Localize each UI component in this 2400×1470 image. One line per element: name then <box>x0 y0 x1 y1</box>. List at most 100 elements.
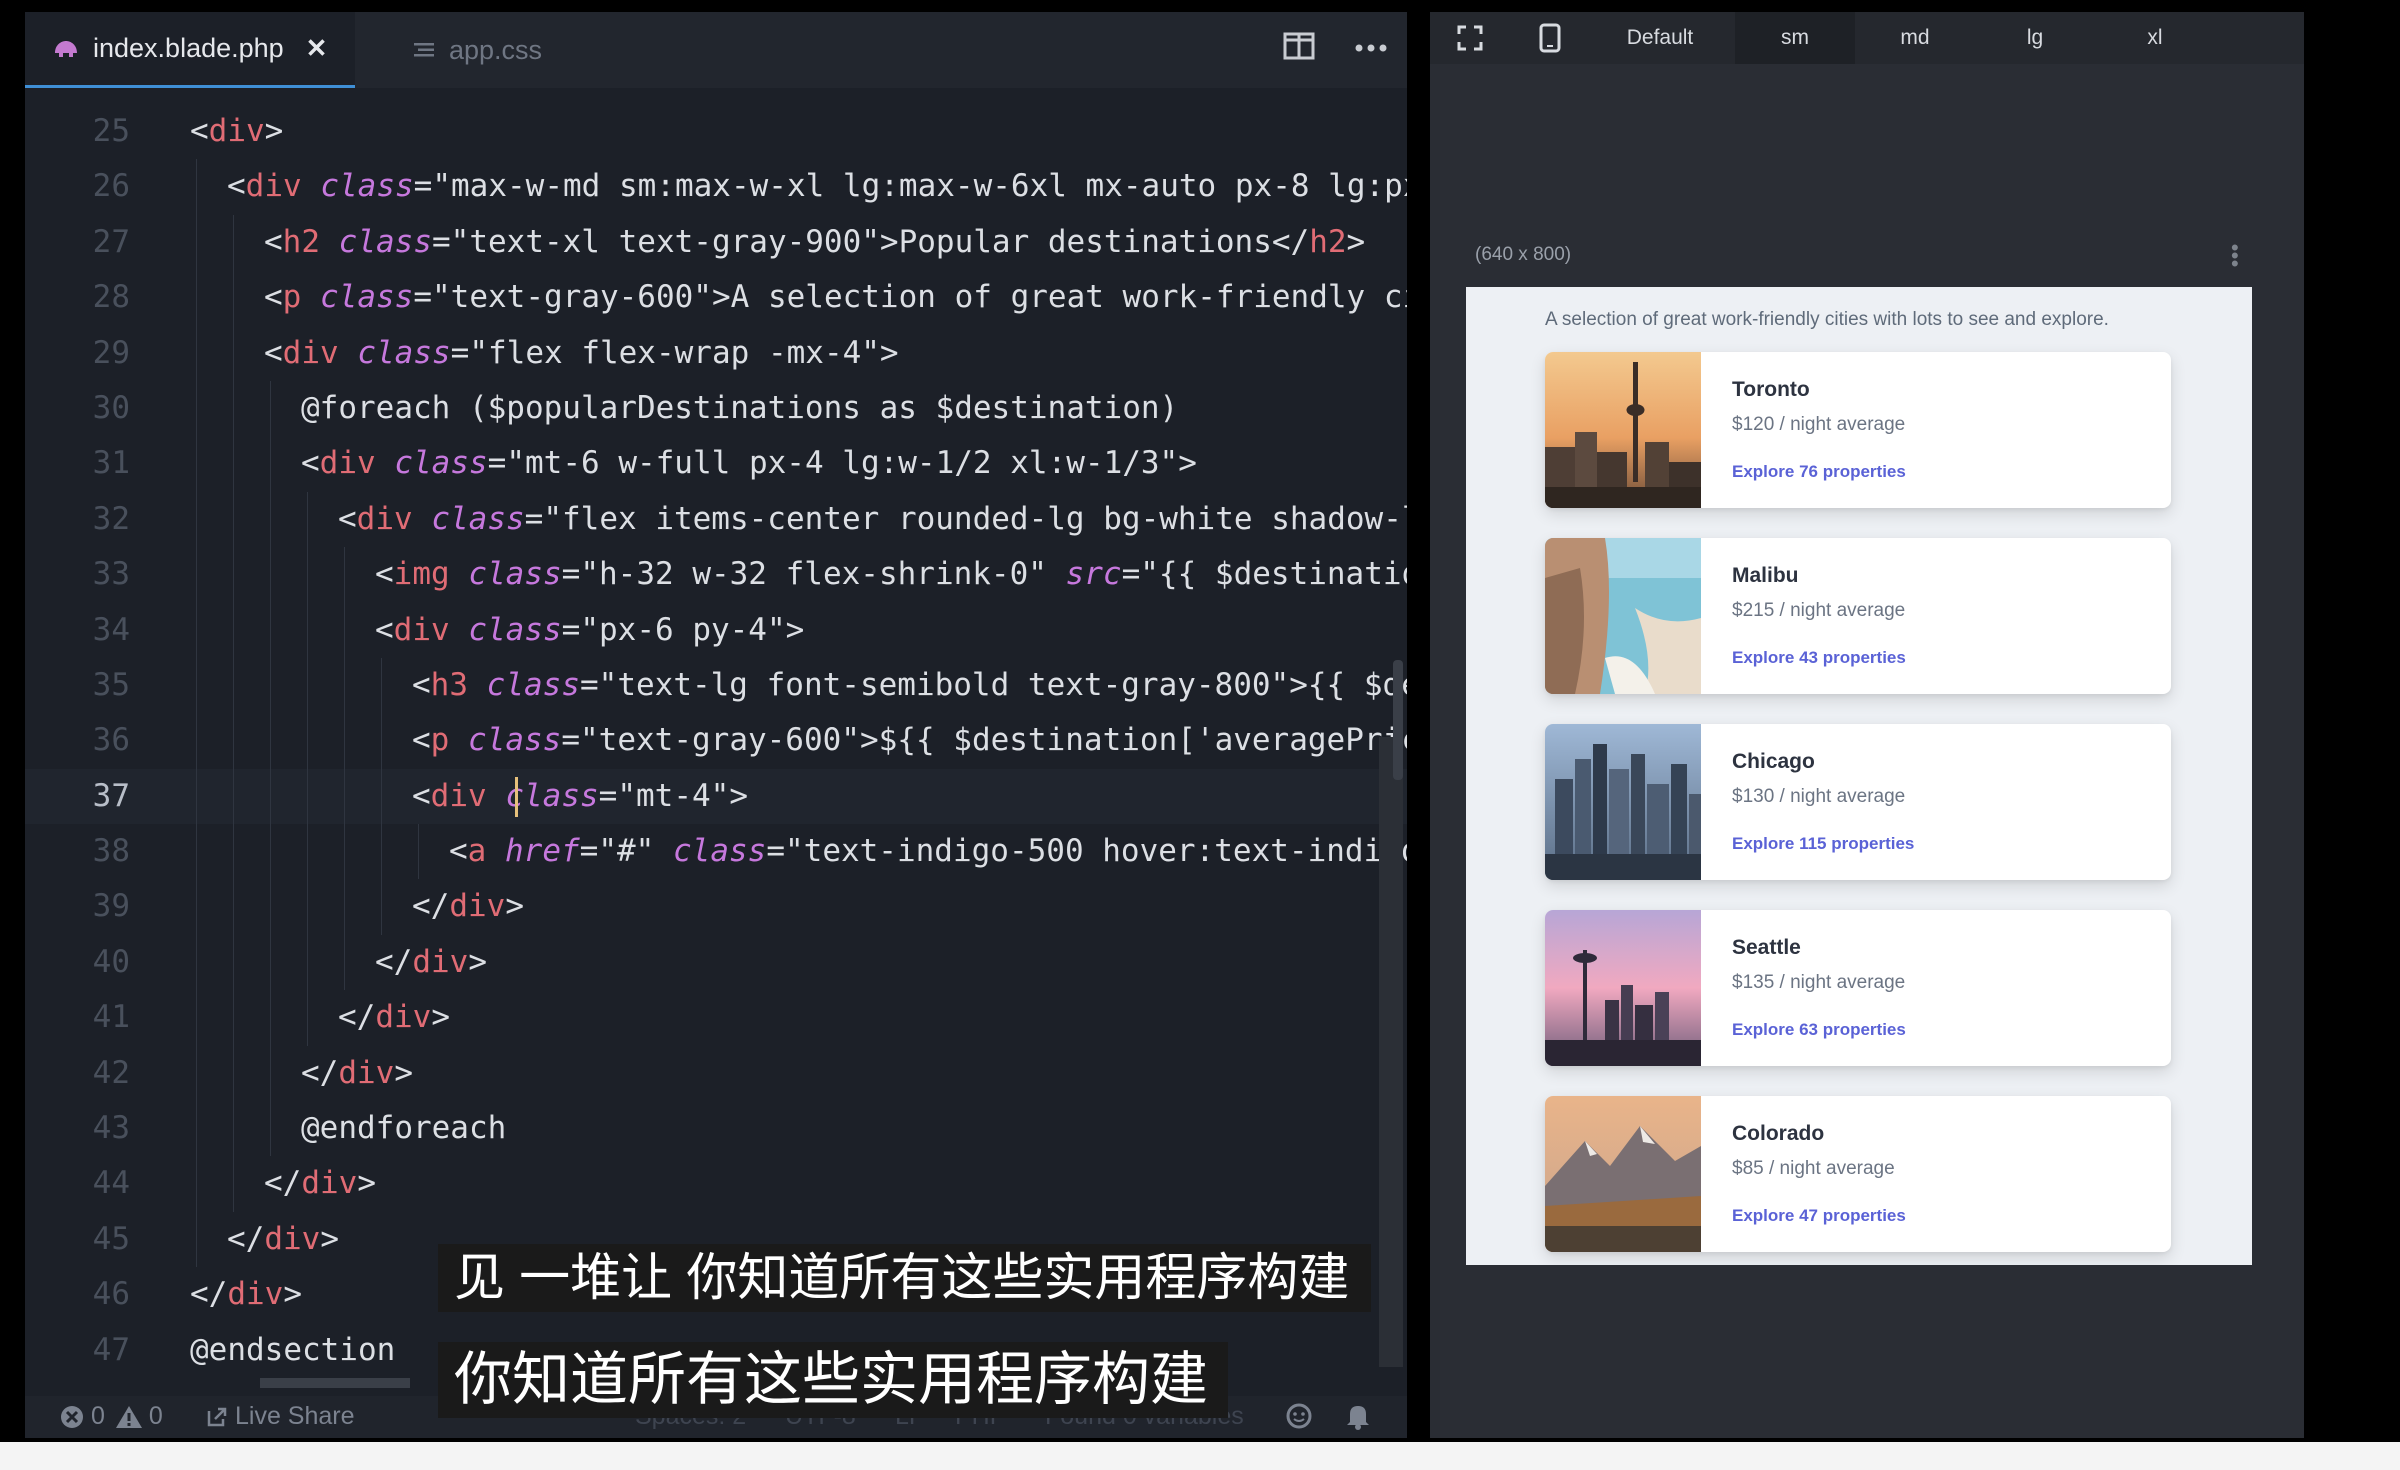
code-text: <div> <box>190 104 283 159</box>
minimap-scroll-thumb[interactable] <box>1393 660 1403 780</box>
line-number: 30 <box>92 389 130 426</box>
explore-link[interactable]: Explore 43 properties <box>1732 648 1906 668</box>
code-line[interactable]: 43 @endforeach <box>25 1101 1407 1157</box>
destination-name: Seattle <box>1732 936 1801 959</box>
code-line[interactable]: 31 <div class="mt-6 w-full px-4 lg:w-1/2 … <box>25 436 1407 492</box>
code-line[interactable]: 37 <div class="mt-4"> <box>25 768 1407 825</box>
code-text: <div class="px-6 py-4"> <box>375 603 804 658</box>
indent-guide <box>270 879 271 935</box>
code-token: ="{{ $destination[ <box>1121 556 1407 593</box>
code-token: > <box>431 999 450 1036</box>
indent-guide <box>381 824 382 880</box>
more-icon[interactable] <box>1355 40 1387 58</box>
code-line[interactable]: 36 <p class="text-gray-600">${{ $destinat… <box>25 713 1407 769</box>
indent-guide <box>196 547 197 603</box>
code-line[interactable]: 42 </div> <box>25 1045 1407 1102</box>
tab-app-css[interactable]: app.css <box>383 12 623 88</box>
line-number: 42 <box>92 1054 130 1091</box>
vertical-scrollbar[interactable] <box>1379 737 1403 1367</box>
explore-link[interactable]: Explore 47 properties <box>1732 1206 1906 1226</box>
indent-guide <box>196 325 197 381</box>
line-number: 35 <box>92 666 130 703</box>
breakpoint-xl[interactable]: xl <box>2095 12 2215 64</box>
indent-guide <box>344 879 345 935</box>
code-line[interactable]: 32 <div class="flex items-center rounded-… <box>25 491 1407 548</box>
code-token: < <box>375 556 394 593</box>
code-token: </ <box>301 1054 339 1091</box>
code-line[interactable]: 40 </div> <box>25 934 1407 991</box>
code-token: img <box>393 556 450 593</box>
close-icon[interactable]: ✕ <box>306 33 328 64</box>
code-token: ="text-gray-600">${{ $destination['avera… <box>561 722 1407 759</box>
code-token: class <box>320 279 414 316</box>
breakpoint-default[interactable]: Default <box>1600 12 1720 64</box>
line-number: 33 <box>92 556 130 593</box>
card-body: Toronto $120 / night average Explore 76 … <box>1732 378 1906 482</box>
code-line[interactable]: 41 </div> <box>25 990 1407 1046</box>
code-line[interactable]: 27 <h2 class="text-xl text-gray-900">Popu… <box>25 214 1407 271</box>
tab-index-blade[interactable]: index.blade.php ✕ <box>25 12 355 88</box>
code-line[interactable]: 38 <a href="#" class="text-indigo-500 hov… <box>25 824 1407 880</box>
code-text: <p class="text-gray-600">A selection of … <box>264 270 1407 325</box>
line-number: 26 <box>92 168 130 205</box>
code-token: a <box>467 833 487 870</box>
code-line[interactable]: 25 <div> <box>25 104 1407 159</box>
split-editor-icon[interactable] <box>1283 32 1315 65</box>
indent-guide <box>270 436 271 492</box>
code-text: @endsection <box>190 1323 395 1378</box>
code-line[interactable]: 44 </div> <box>25 1156 1407 1212</box>
explore-link[interactable]: Explore 115 properties <box>1732 834 1914 854</box>
line-number: 41 <box>92 999 130 1036</box>
viewport-menu-icon[interactable]: • • • <box>2231 237 2239 275</box>
mobile-device-icon[interactable] <box>1510 12 1590 64</box>
code-token: div <box>412 943 469 980</box>
indent-guide <box>233 934 234 991</box>
breakpoint-md[interactable]: md <box>1855 12 1975 64</box>
code-token: < <box>338 500 357 537</box>
code-token: class <box>505 777 599 814</box>
indent-guide <box>233 436 234 492</box>
code-line[interactable]: 28 <p class="text-gray-600">A selection o… <box>25 270 1407 326</box>
horizontal-scrollbar[interactable] <box>260 1378 410 1388</box>
breakpoint-sm[interactable]: sm <box>1735 12 1855 64</box>
line-number: 47 <box>92 1331 130 1368</box>
feedback-icon[interactable] <box>1285 1402 1313 1430</box>
code-line[interactable]: 39 </div> <box>25 879 1407 935</box>
indent-guide <box>270 657 271 714</box>
explore-link[interactable]: Explore 76 properties <box>1732 462 1906 482</box>
indent-guide <box>307 824 308 880</box>
code-line[interactable]: 34 <div class="px-6 py-4"> <box>25 602 1407 658</box>
indent-guide <box>344 824 345 880</box>
indent-guide <box>233 768 234 825</box>
code-token: p <box>282 279 302 316</box>
code-token: ="mt-6 w-full px-4 lg:w-1/2 xl:w-1/3"> <box>487 445 1197 482</box>
code-token: div <box>393 611 450 648</box>
live-share-button[interactable]: Live Share <box>205 1402 355 1431</box>
line-number: 39 <box>92 888 130 925</box>
explore-link[interactable]: Explore 63 properties <box>1732 1020 1906 1040</box>
bell-icon[interactable] <box>1345 1402 1371 1430</box>
code-area[interactable]: 25 <div> 26 <div class="max-w-md sm:max-w-x… <box>25 104 1407 1378</box>
indent-guide <box>196 768 197 825</box>
destination-name: Chicago <box>1732 750 1815 773</box>
code-line[interactable]: 35 <h3 class="text-lg font-semibold text-… <box>25 657 1407 714</box>
code-line[interactable]: 30 @foreach ($popularDestinations as $des… <box>25 380 1407 437</box>
code-line[interactable]: 33 <img class="h-32 w-32 flex-shrink-0" s… <box>25 547 1407 603</box>
problems-indicator[interactable]: 0 0 <box>59 1402 163 1431</box>
preview-viewport[interactable]: A selection of great work-friendly citie… <box>1466 287 2252 1265</box>
code-token: div <box>301 1165 358 1202</box>
indent-guide <box>307 934 308 991</box>
fullscreen-icon[interactable] <box>1430 12 1510 64</box>
breakpoint-lg[interactable]: lg <box>1975 12 2095 64</box>
code-line[interactable]: 26 <div class="max-w-md sm:max-w-xl lg:ma… <box>25 159 1407 215</box>
indent-guide <box>196 491 197 548</box>
code-token: @endsection <box>190 1331 396 1368</box>
code-line[interactable]: 29 <div class="flex flex-wrap -mx-4"> <box>25 325 1407 381</box>
code-token: < <box>301 445 320 482</box>
code-token: </ <box>264 1165 302 1202</box>
code-token: div <box>356 500 413 537</box>
indent-guide <box>233 491 234 548</box>
indent-guide <box>233 1101 234 1157</box>
indent-guide <box>307 990 308 1046</box>
